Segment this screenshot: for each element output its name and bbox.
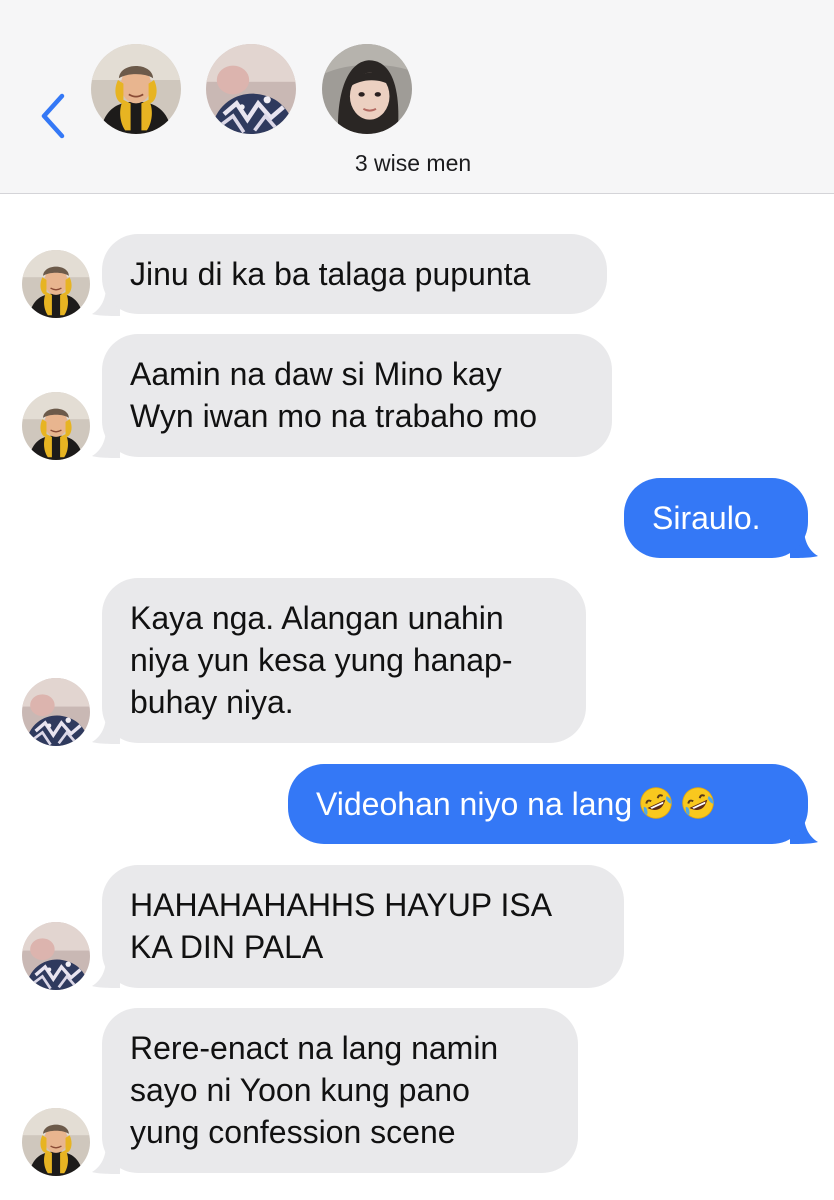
message-line: buhay niya. xyxy=(130,684,294,720)
avatar-image xyxy=(22,392,90,460)
avatar-image xyxy=(206,44,296,134)
message-line: Kaya nga. Alangan unahin xyxy=(130,600,504,636)
sender-avatar[interactable] xyxy=(22,392,90,460)
message-line: Aamin na daw si Mino kay xyxy=(130,356,502,392)
message-line: Siraulo. xyxy=(652,500,761,536)
message-bubble-incoming[interactable]: Jinu di ka ba talaga pupunta xyxy=(102,234,607,314)
sender-avatar[interactable] xyxy=(22,250,90,318)
sender-avatar[interactable] xyxy=(22,922,90,990)
avatar-image xyxy=(22,1108,90,1176)
message-line: Rere-enact na lang namin xyxy=(130,1030,499,1066)
message-line: KA DIN PALA xyxy=(130,929,324,965)
message-line: yung confession scene xyxy=(130,1114,456,1150)
message-bubble-incoming[interactable]: HAHAHAHAHHS HAYUP ISA KA DIN PALA xyxy=(102,865,624,988)
message-line: Jinu di ka ba talaga pupunta xyxy=(130,256,531,292)
avatar-image xyxy=(91,44,181,134)
rolling-on-floor-laughing-icon xyxy=(680,785,716,821)
chevron-left-icon xyxy=(41,93,65,139)
message-line: Wyn iwan mo na trabaho mo xyxy=(130,398,538,434)
message-line: HAHAHAHAHHS HAYUP ISA xyxy=(130,887,553,923)
avatar-image xyxy=(22,250,90,318)
participant-avatar[interactable] xyxy=(91,44,181,134)
message-bubble-outgoing[interactable]: Videohan niyo na lang xyxy=(288,764,808,844)
message-bubble-outgoing[interactable]: Siraulo. xyxy=(624,478,808,558)
rolling-on-floor-laughing-icon xyxy=(638,785,674,821)
sender-avatar[interactable] xyxy=(22,1108,90,1176)
sender-avatar[interactable] xyxy=(22,678,90,746)
group-name[interactable]: 3 wise men xyxy=(0,150,826,177)
participant-avatar[interactable] xyxy=(206,44,296,134)
avatar-image xyxy=(22,922,90,990)
message-bubble-incoming[interactable]: Rere-enact na lang namin sayo ni Yoon ku… xyxy=(102,1008,578,1173)
message-line: sayo ni Yoon kung pano xyxy=(130,1072,470,1108)
conversation-header: 3 wise men xyxy=(0,0,834,194)
back-button[interactable] xyxy=(28,88,78,144)
participant-avatar[interactable] xyxy=(322,44,412,134)
message-bubble-incoming[interactable]: Kaya nga. Alangan unahin niya yun kesa y… xyxy=(102,578,586,743)
avatar-image xyxy=(322,44,412,134)
message-line: niya yun kesa yung hanap- xyxy=(130,642,513,678)
message-line: Videohan niyo na lang xyxy=(316,786,633,822)
avatar-image xyxy=(22,678,90,746)
message-bubble-incoming[interactable]: Aamin na daw si Mino kay Wyn iwan mo na … xyxy=(102,334,612,457)
